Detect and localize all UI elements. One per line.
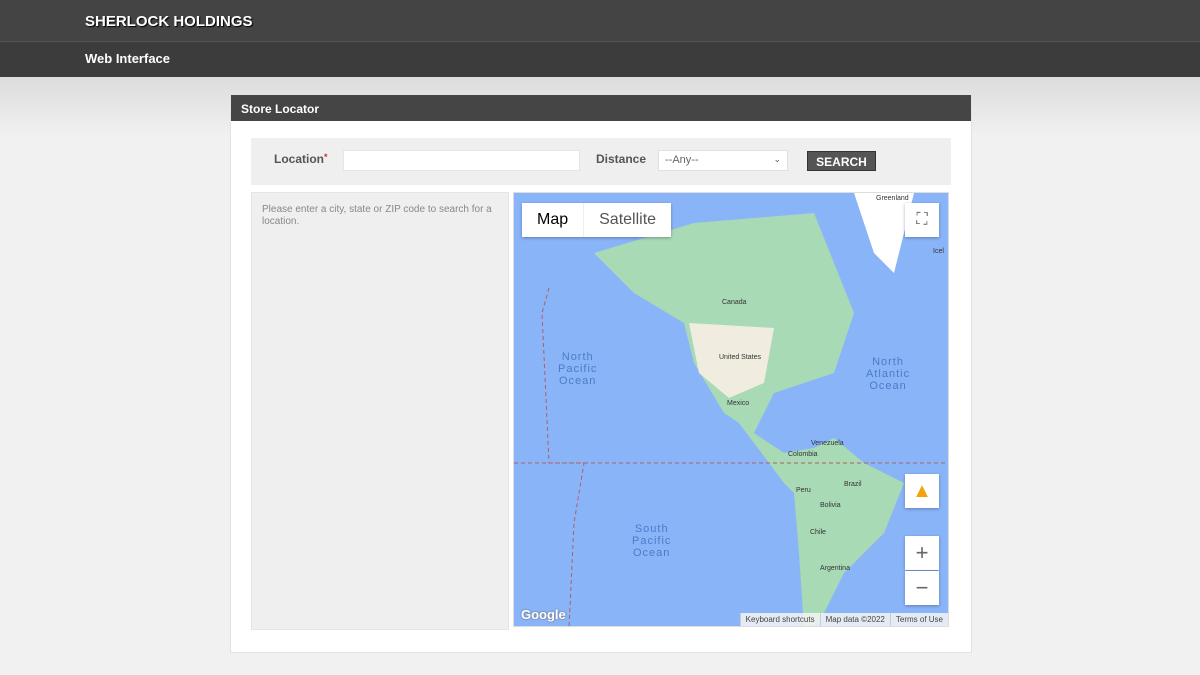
search-form: Location* Distance --Any-- ⌄ SEARCH [251, 138, 951, 185]
zoom-in-button[interactable]: + [905, 536, 939, 570]
map-label-peru: Peru [796, 487, 811, 494]
pegman-icon: ▲ [912, 479, 932, 502]
distance-select[interactable]: --Any-- ⌄ [658, 150, 788, 171]
ocean-label-south-pacific: South Pacific Ocean [632, 523, 672, 559]
map-label-greenland: Greenland [876, 195, 909, 202]
map-label-brazil: Brazil [844, 481, 862, 488]
map-label-us: United States [719, 354, 762, 361]
map-label-argentina: Argentina [820, 565, 850, 572]
panel-title: Store Locator [231, 95, 971, 121]
map-type-map[interactable]: Map [522, 203, 583, 237]
map-label-venezuela: Venezuela [811, 440, 844, 447]
chevron-down-icon: ⌄ [773, 154, 781, 164]
results-list: Please enter a city, state or ZIP code t… [251, 192, 509, 630]
keyboard-shortcuts-link[interactable]: Keyboard shortcuts [739, 613, 820, 626]
map-label-canada: Canada [722, 299, 747, 306]
map-data-attribution: Map data ©2022 [819, 613, 890, 626]
terms-of-use-link[interactable]: Terms of Use [889, 613, 948, 626]
subtitle: Web Interface [85, 51, 171, 66]
map-label-mexico: Mexico [727, 400, 750, 407]
required-mark: * [324, 152, 328, 162]
fullscreen-icon: ⛶ [916, 211, 928, 228]
map-type-satellite[interactable]: Satellite [583, 203, 671, 237]
location-label: Location* [274, 152, 328, 166]
map-land [514, 193, 948, 626]
map-view[interactable]: Map Satellite ⛶ ▲ + − Greenland Icel Can… [513, 192, 949, 627]
map-footer: Keyboard shortcuts Map data ©2022 Terms … [739, 613, 948, 626]
map-type-control: Map Satellite [522, 203, 672, 237]
map-label-bolivia: Bolivia [820, 502, 841, 509]
map-label-iceland: Icel [933, 248, 944, 255]
search-button[interactable]: SEARCH [807, 151, 876, 171]
zoom-out-button[interactable]: − [905, 571, 939, 605]
map-label-colombia: Colombia [788, 451, 818, 458]
top-bar: SHERLOCK HOLDINGS [0, 0, 1200, 41]
distance-label: Distance [596, 152, 647, 166]
ocean-label-north-pacific: North Pacific Ocean [558, 351, 598, 387]
ocean-label-north-atlantic: North Atlantic Ocean [866, 356, 911, 392]
google-logo: Google [521, 607, 566, 622]
store-locator-panel: Store Locator Location* Distance --Any--… [230, 94, 972, 653]
fullscreen-button[interactable]: ⛶ [905, 203, 939, 237]
sub-bar: Web Interface [0, 41, 1200, 77]
pegman-button[interactable]: ▲ [905, 474, 939, 508]
brand-title: SHERLOCK HOLDINGS [85, 13, 253, 30]
location-input[interactable] [343, 150, 580, 171]
map-label-chile: Chile [810, 529, 826, 536]
